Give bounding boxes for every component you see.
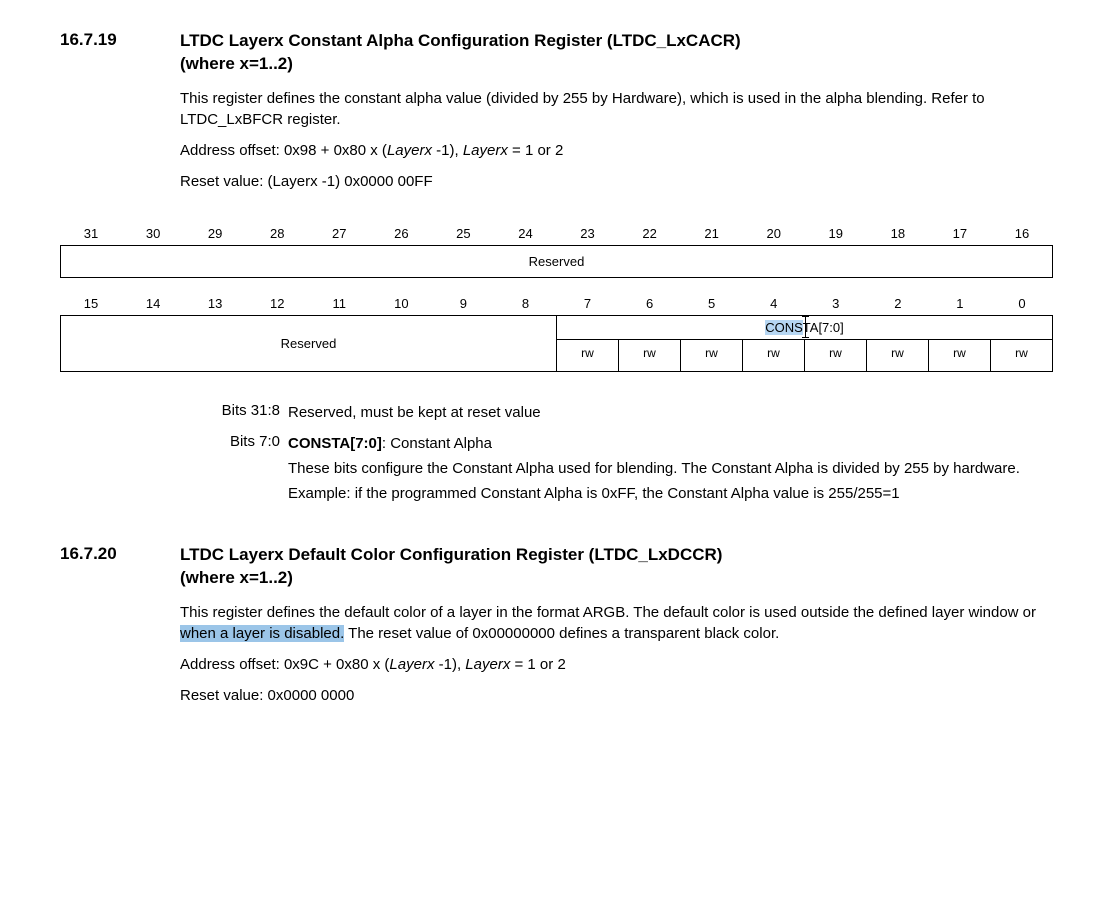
bits-text: CONSTA[7:0]: Constant Alpha [288,433,1053,454]
rw-cell: rw [990,340,1052,371]
bit-num: 27 [308,222,370,245]
reserved-label-low: Reserved [61,316,556,371]
bit-numbers-low: 15 14 13 12 11 10 9 8 7 6 5 4 3 2 1 0 [60,292,1053,315]
bit-num: 22 [619,222,681,245]
consta-label[interactable]: CONSTA[7:0] [557,316,1052,340]
bit-description-7-0: Bits 7:0 CONSTA[7:0]: Constant Alpha The… [200,433,1053,504]
consta-field: CONSTA[7:0] rw rw rw rw rw rw rw rw [556,316,1052,371]
rw-cell: rw [680,340,742,371]
bit-num: 13 [184,292,246,315]
rw-cell: rw [557,340,618,371]
register-diagram: 31 30 29 28 27 26 25 24 23 22 21 20 19 1… [60,222,1053,372]
bit-num: 8 [494,292,556,315]
section-description-20[interactable]: This register defines the default color … [180,602,1053,644]
register-row-low: Reserved CONSTA[7:0] rw rw rw rw rw rw r… [60,315,1053,372]
bit-num: 28 [246,222,308,245]
address-mid: -1), [434,656,465,673]
bit-num: 4 [743,292,805,315]
document-page: 16.7.19 LTDC Layerx Constant Alpha Confi… [0,0,1113,756]
reserved-label: Reserved [61,246,1052,277]
rw-cell: rw [618,340,680,371]
bit-num: 11 [308,292,370,315]
layerx-italic2: Layerx [463,142,508,159]
section-title-line1: LTDC Layerx Default Color Configuration … [180,545,722,564]
rw-row: rw rw rw rw rw rw rw rw [557,340,1052,371]
bit-num: 2 [867,292,929,315]
address-prefix: Address offset: 0x9C + 0x80 x ( [180,656,389,673]
field-example: Example: if the programmed Constant Alph… [288,483,1053,504]
reset-value: Reset value: (Layerx -1) 0x0000 00FF [180,171,1053,192]
bit-num: 24 [494,222,556,245]
reset-value-20: Reset value: 0x0000 0000 [180,685,1053,706]
bit-num: 19 [805,222,867,245]
bit-num: 12 [246,292,308,315]
address-prefix: Address offset: 0x98 + 0x80 x ( [180,142,387,159]
bit-num: 31 [60,222,122,245]
rw-cell: rw [928,340,990,371]
bit-num: 5 [681,292,743,315]
bit-num: 30 [122,222,184,245]
bit-num: 3 [805,292,867,315]
bit-num: 15 [60,292,122,315]
bit-numbers-high: 31 30 29 28 27 26 25 24 23 22 21 20 19 1… [60,222,1053,245]
section-header-20: 16.7.20 LTDC Layerx Default Color Config… [60,544,1053,590]
bit-num: 26 [370,222,432,245]
bit-num: 7 [557,292,619,315]
section-number: 16.7.20 [60,544,180,590]
bit-num: 9 [432,292,494,315]
section-title: LTDC Layerx Constant Alpha Configuration… [180,30,741,76]
section-header-19: 16.7.19 LTDC Layerx Constant Alpha Confi… [60,30,1053,76]
rw-cell: rw [742,340,804,371]
bit-num: 14 [122,292,184,315]
section-description: This register defines the constant alpha… [180,88,1053,130]
bit-num: 17 [929,222,991,245]
bits-label: Bits 7:0 [200,433,288,454]
bit-description-31-8: Bits 31:8 Reserved, must be kept at rese… [200,402,1053,423]
bit-num: 6 [619,292,681,315]
rw-cell: rw [804,340,866,371]
bit-num: 1 [929,292,991,315]
section-number: 16.7.19 [60,30,180,76]
bit-num: 25 [432,222,494,245]
reserved-row-high: Reserved [60,245,1053,278]
selected-text: when a layer is disabled. [180,625,344,642]
desc-post: The reset value of 0x00000000 defines a … [344,625,779,642]
bit-num: 10 [370,292,432,315]
bit-num: 16 [991,222,1053,245]
field-detail: These bits configure the Constant Alpha … [288,458,1053,479]
layerx-italic2: Layerx [465,656,510,673]
address-mid: -1), [432,142,463,159]
bits-label: Bits 31:8 [200,402,288,423]
field-name: CONSTA[7:0] [288,435,382,452]
bit-num: 20 [743,222,805,245]
address-offset: Address offset: 0x98 + 0x80 x (Layerx -1… [180,140,1053,161]
bit-num: 18 [867,222,929,245]
field-desc: : Constant Alpha [382,435,492,452]
desc-pre: This register defines the default color … [180,604,1036,621]
section-title: LTDC Layerx Default Color Configuration … [180,544,722,590]
address-suffix: = 1 or 2 [510,656,565,673]
bit-num: 21 [681,222,743,245]
address-suffix: = 1 or 2 [508,142,563,159]
layerx-italic: Layerx [389,656,434,673]
section-title-line1: LTDC Layerx Constant Alpha Configuration… [180,31,741,50]
consta-highlight: CONS [765,320,803,335]
section-title-line2: (where x=1..2) [180,568,293,587]
layerx-italic: Layerx [387,142,432,159]
bit-num: 0 [991,292,1053,315]
rw-cell: rw [866,340,928,371]
bit-num: 29 [184,222,246,245]
section-title-line2: (where x=1..2) [180,54,293,73]
address-offset-20: Address offset: 0x9C + 0x80 x (Layerx -1… [180,654,1053,675]
bit-num: 23 [557,222,619,245]
consta-rest: TA[7:0] [803,320,844,335]
bits-text: Reserved, must be kept at reset value [288,402,1053,423]
